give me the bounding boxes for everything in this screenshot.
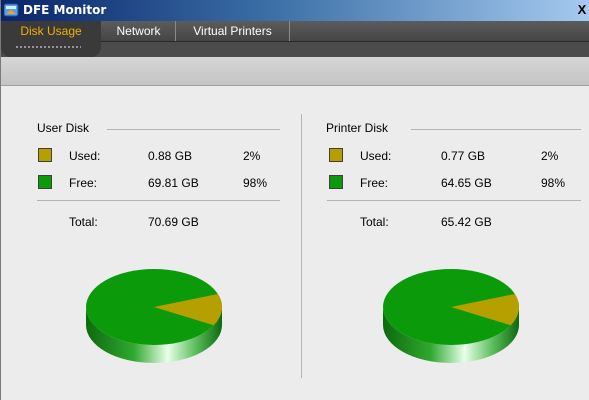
used-swatch <box>38 148 52 162</box>
tab-network[interactable]: Network <box>102 21 176 41</box>
tab-label: Network <box>116 24 161 38</box>
total-label: Total: <box>69 215 98 229</box>
free-percent: 98% <box>243 176 268 190</box>
used-label: Used: <box>69 149 101 163</box>
used-percent: 2% <box>541 149 559 163</box>
free-swatch <box>329 175 343 189</box>
used-swatch <box>329 148 343 162</box>
panel-divider <box>301 114 302 378</box>
free-value: 64.65 GB <box>441 176 492 190</box>
window-title: DFE Monitor <box>23 3 107 17</box>
close-icon[interactable]: X <box>574 2 589 18</box>
used-value: 0.77 GB <box>441 149 486 163</box>
tab-label: Virtual Printers <box>193 24 272 38</box>
tab-virtual-printers[interactable]: Virtual Printers <box>176 21 290 41</box>
used-label: Used: <box>360 149 392 163</box>
section-divider <box>411 129 581 130</box>
total-divider <box>37 200 280 201</box>
free-label: Free: <box>69 176 98 190</box>
tab-subbar <box>1 57 589 86</box>
total-label: Total: <box>360 215 389 229</box>
tab-grip-icon <box>15 45 81 49</box>
free-value: 69.81 GB <box>148 176 199 190</box>
tab-bar: Disk Usage Network Virtual Printers <box>1 21 589 57</box>
tab-disk-usage[interactable]: Disk Usage <box>1 21 101 57</box>
used-percent: 2% <box>243 149 261 163</box>
user-disk-title: User Disk <box>37 121 90 135</box>
section-divider <box>107 129 280 130</box>
printer-disk-title: Printer Disk <box>326 121 389 135</box>
tab-label: Disk Usage <box>20 24 82 38</box>
disk-usage-panel: User Disk Used: 0.88 GB 2% Free: 69.81 G… <box>1 86 589 400</box>
free-label: Free: <box>360 176 389 190</box>
used-value: 0.88 GB <box>148 149 193 163</box>
printer-disk-pie-chart <box>383 269 519 363</box>
total-value: 70.69 GB <box>148 215 199 229</box>
dfe-monitor-window: DFE Monitor X Disk Usage Network Virtual… <box>0 0 589 400</box>
app-icon <box>4 3 19 17</box>
total-divider <box>327 200 581 201</box>
free-swatch <box>38 175 52 189</box>
title-bar[interactable]: DFE Monitor X <box>1 0 589 21</box>
free-percent: 98% <box>541 176 566 190</box>
user-disk-pie-chart <box>86 269 222 363</box>
total-value: 65.42 GB <box>441 215 492 229</box>
